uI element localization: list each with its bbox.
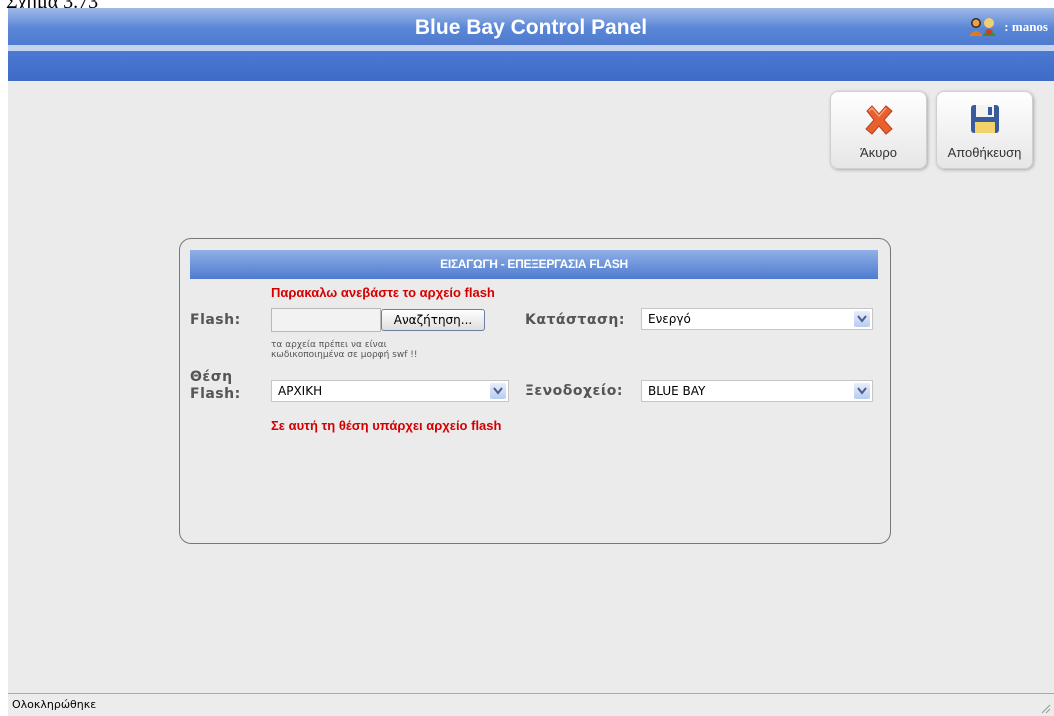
- status-select[interactable]: Ενεργό: [641, 308, 873, 330]
- hotel-select[interactable]: BLUE BAY: [641, 380, 873, 402]
- cancel-x-icon: [864, 105, 893, 135]
- position-exists-warning: Σε αυτή τη θέση υπάρχει αρχείο flash: [271, 418, 502, 433]
- save-button[interactable]: Αποθήκευση: [936, 91, 1033, 169]
- hint-line-2: κωδικοποιημένα σε μορφή swf !!: [271, 350, 418, 360]
- title-bar: Blue Bay Control Panel : manos: [8, 8, 1054, 45]
- status-bar: Ολοκληρώθηκε: [8, 693, 1054, 716]
- app-title: Blue Bay Control Panel: [414, 16, 648, 39]
- users-icon: [969, 18, 997, 36]
- position-select[interactable]: ΑΡΧΙΚΗ: [271, 380, 509, 402]
- flash-form-panel: ΕΙΣΑΓΩΓΗ - ΕΠΕΞΕΡΓΑΣΙΑ FLASH Παρακαλω αν…: [179, 238, 891, 544]
- hotel-value: BLUE BAY: [648, 384, 706, 398]
- status-text: Ολοκληρώθηκε: [12, 698, 97, 711]
- user-info: : manos: [967, 17, 1048, 37]
- browse-button[interactable]: Αναζήτηση...: [381, 309, 485, 331]
- cancel-label: Άκυρο: [860, 145, 897, 160]
- panel-header: ΕΙΣΑΓΩΓΗ - ΕΠΕΞΕΡΓΑΣΙΑ FLASH: [190, 250, 878, 279]
- status-label: Κατάσταση:: [525, 312, 625, 328]
- cancel-button[interactable]: Άκυρο: [830, 91, 927, 169]
- flash-label: Flash:: [190, 312, 241, 328]
- position-label-line-2: Flash:: [190, 386, 241, 402]
- nav-bar: [8, 51, 1054, 81]
- status-value: Ενεργό: [648, 312, 691, 326]
- position-label: Θέση Flash:: [190, 369, 241, 403]
- floppy-disk-icon: [970, 105, 999, 133]
- file-hint: τα αρχεία πρέπει να είναι κωδικοποιημένα…: [271, 340, 491, 360]
- save-label: Αποθήκευση: [947, 145, 1022, 160]
- dropdown-arrow-icon: [490, 383, 506, 399]
- hint-line-1: τα αρχεία πρέπει να είναι: [271, 340, 387, 350]
- resize-grip-icon[interactable]: [1039, 702, 1051, 714]
- dropdown-arrow-icon: [854, 383, 870, 399]
- position-label-line-1: Θέση: [190, 369, 233, 385]
- position-value: ΑΡΧΙΚΗ: [278, 384, 323, 398]
- flash-file-field[interactable]: [271, 308, 381, 332]
- dropdown-arrow-icon: [854, 311, 870, 327]
- app-window: Blue Bay Control Panel : manos Άκυρο Απο…: [8, 8, 1054, 716]
- username: : manos: [1004, 19, 1048, 34]
- upload-prompt: Παρακαλω ανεβάστε το αρχείο flash: [271, 285, 495, 300]
- hotel-label: Ξενοδοχείο:: [525, 383, 624, 399]
